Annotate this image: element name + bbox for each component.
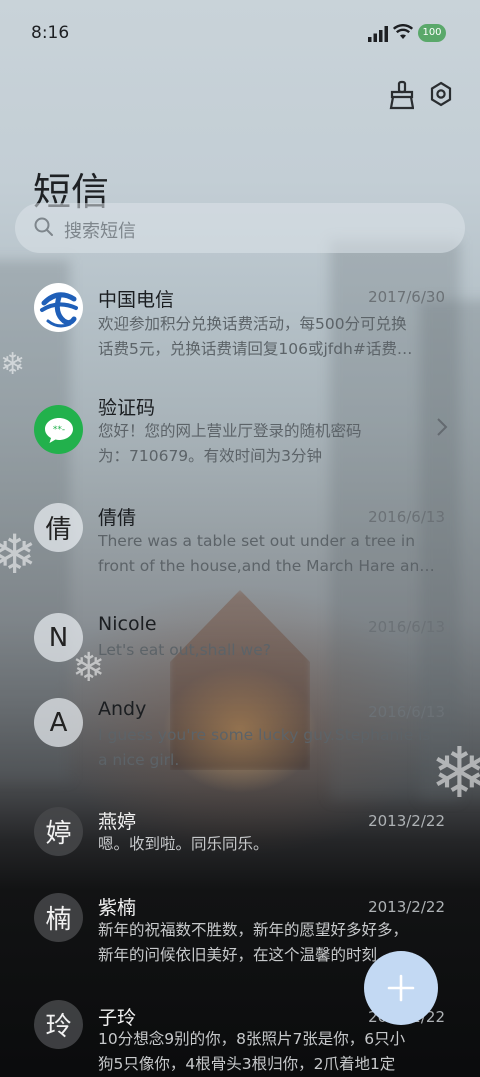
avatar: A <box>34 698 83 747</box>
search-placeholder: 搜索短信 <box>64 221 136 242</box>
conversation-date: 2013/2/22 <box>368 812 445 830</box>
clean-broom-icon[interactable] <box>386 80 415 110</box>
conversation-preview: 嗯。收到啦。同乐同乐。 <box>98 835 269 853</box>
conversation-name: 倩倩 <box>98 507 137 529</box>
conversation-date: 2016/6/13 <box>368 703 445 721</box>
avatar: 楠 <box>34 893 83 942</box>
conversation-row[interactable]: 婷 燕婷 2013/2/22 嗯。收到啦。同乐同乐。 <box>0 807 480 877</box>
status-time: 8:16 <box>31 23 70 43</box>
search-icon <box>33 216 55 238</box>
conversation-preview: 欢迎参加积分兑换话费活动，每500分可兑换 话费5元，兑换话费请回复106或jf… <box>98 315 413 358</box>
conversation-row[interactable]: A Andy 2016/6/13 I guess you're some luc… <box>0 698 480 788</box>
conversation-preview: 您好！您的网上营业厅登录的随机密码 为：710679。有效时间为3分钟 <box>98 422 362 465</box>
conversation-name: Andy <box>98 698 147 720</box>
svg-text:**-: **- <box>52 425 64 435</box>
conversation-row[interactable]: N Nicole 2016/6/13 Let's eat out,shall w… <box>0 613 480 683</box>
wifi-icon <box>392 24 414 45</box>
conversation-row-telecom[interactable]: 中国电信 2017/6/30 欢迎参加积分兑换话费活动，每500分可兑换 话费5… <box>0 283 480 383</box>
new-message-button[interactable] <box>364 951 438 1025</box>
telecom-logo-icon <box>34 283 83 332</box>
status-bar: 8:16 100 <box>0 0 480 66</box>
conversation-name: 紫楠 <box>98 897 137 919</box>
avatar: 玲 <box>34 1000 83 1049</box>
search-bar[interactable]: 搜索短信 <box>15 203 465 253</box>
conversation-name: Nicole <box>98 613 157 635</box>
conversation-preview: There was a table set out under a tree i… <box>98 532 435 575</box>
message-bubble-icon: **- <box>34 405 83 454</box>
conversation-name: 验证码 <box>98 397 156 419</box>
battery-icon: 100 <box>418 24 446 42</box>
chevron-right-icon <box>436 417 448 443</box>
conversation-date: 2016/6/13 <box>368 618 445 636</box>
conversation-date: 2016/6/13 <box>368 508 445 526</box>
avatar: 倩 <box>34 503 83 552</box>
plus-icon <box>386 963 416 1014</box>
conversation-preview: Let's eat out,shall we? <box>98 641 271 659</box>
conversation-row-verification[interactable]: **- 验证码 您好！您的网上营业厅登录的随机密码 为：710679。有效时间为… <box>0 393 480 483</box>
conversation-date: 2013/2/22 <box>368 898 445 916</box>
avatar: 婷 <box>34 807 83 856</box>
conversation-preview: I guess you're some lucky guy.Stephanie … <box>98 726 431 769</box>
conversation-name: 燕婷 <box>98 811 137 833</box>
conversation-name: 子玲 <box>98 1007 137 1029</box>
avatar: N <box>34 613 83 662</box>
signal-icon <box>368 26 388 42</box>
conversation-preview: 10分想念9别的你，8张照片7张是你，6只小 狗5只像你，4根骨头3根归你，2爪… <box>98 1030 406 1073</box>
conversation-row[interactable]: 倩 倩倩 2016/6/13 There was a table set out… <box>0 503 480 593</box>
settings-gear-icon[interactable] <box>428 80 454 110</box>
conversation-name: 中国电信 <box>98 289 175 311</box>
conversation-date: 2017/6/30 <box>368 288 445 306</box>
